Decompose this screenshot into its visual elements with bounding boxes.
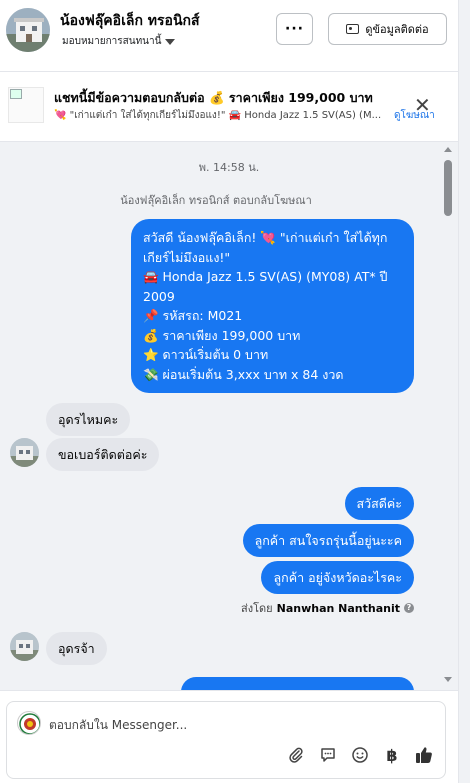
banner-subtitle: 💘 "เก่าแต่เก๋า ใส่ได้ทุกเกียร์ไม่มึงอแง!… xyxy=(54,110,382,121)
close-icon[interactable]: ✕ xyxy=(414,95,431,115)
ad-thumbnail-image[interactable] xyxy=(8,87,44,123)
outgoing-message-bubble-partial[interactable] xyxy=(181,677,414,690)
scroll-up-arrow-icon[interactable] xyxy=(444,147,452,152)
banner-title: แชทนี้มีข้อความตอบกลับต่อ 💰 ราคาเพียง 19… xyxy=(54,90,373,105)
page-avatar[interactable] xyxy=(6,8,50,52)
reply-input[interactable] xyxy=(49,716,429,734)
ad-line: 🚘 Honda Jazz 1.5 SV(AS) (MY08) AT* ปี 20… xyxy=(143,269,388,304)
scrollbar-track[interactable] xyxy=(458,0,470,783)
assign-label: มอบหมายการสนทนานี้ xyxy=(62,36,162,47)
scroll-down-arrow-icon[interactable] xyxy=(444,677,452,682)
incoming-message-bubble[interactable]: อุดรจ้า xyxy=(46,632,107,665)
outgoing-message-bubble[interactable]: ลูกค้า สนใจรถรุ่นนี้อยู่นะะค xyxy=(242,524,414,557)
sent-by-prefix: ส่งโดย xyxy=(241,602,273,615)
page-name[interactable]: น้องฟลุ๊คอิเล็ก ทรอนิกส์ xyxy=(60,10,200,32)
ad-line: สวัสดี น้องฟลุ๊คอิเล็ก! 💘 "เก่าแต่เก๋า ใ… xyxy=(143,230,388,265)
chat-bubble-icon[interactable] xyxy=(317,744,339,766)
ad-line: 💰 ราคาเพียง 199,000 บาท xyxy=(143,327,301,343)
message-thread[interactable]: พ. 14:58 น. น้องฟลุ๊คอิเล็ก ทรอนิกส์ ตอบ… xyxy=(0,142,458,690)
ad-line: 📌 รหัสรถ: M021 xyxy=(143,308,243,323)
more-options-button[interactable]: ··· xyxy=(276,13,313,45)
emoji-icon[interactable] xyxy=(349,744,371,766)
incoming-message-bubble[interactable]: อุดรไหมคะ xyxy=(46,403,131,436)
composer: ฿ xyxy=(0,690,458,783)
help-icon[interactable]: ? xyxy=(404,603,414,613)
outgoing-message-bubble[interactable]: สวัสดีค่ะ xyxy=(344,487,414,520)
ad-line: ⭐ ดาวน์เริ่มต้น 0 บาท xyxy=(143,347,269,362)
composer-box[interactable]: ฿ xyxy=(6,701,446,779)
baht-icon[interactable]: ฿ xyxy=(381,744,403,766)
assign-conversation-dropdown[interactable]: มอบหมายการสนทนานี้ xyxy=(62,34,176,49)
sender-name[interactable]: Nanwhan Nanthanit xyxy=(277,602,400,615)
view-contact-button[interactable]: ดูข้อมูลติดต่อ xyxy=(328,13,447,45)
ad-reply-banner: แชทนี้มีข้อความตอบกลับต่อ 💰 ราคาเพียง 19… xyxy=(0,72,458,142)
outgoing-message-bubble[interactable]: ลูกค้า อยู่จังหวัดอะไรคะ xyxy=(261,561,414,594)
thumbs-up-icon[interactable] xyxy=(413,744,435,766)
contact-card-icon xyxy=(346,24,360,34)
ad-reply-system-note: น้องฟลุ๊คอิเล็ก ทรอนิกส์ ตอบกลับโฆษณา xyxy=(120,194,312,207)
paperclip-icon[interactable] xyxy=(285,744,307,766)
customer-avatar[interactable] xyxy=(10,438,39,467)
sent-by-label: ส่งโดย Nanwhan Nanthanit ? xyxy=(241,599,414,617)
ad-reply-message-bubble[interactable]: สวัสดี น้องฟลุ๊คอิเล็ก! 💘 "เก่าแต่เก๋า ใ… xyxy=(131,219,414,393)
view-contact-label: ดูข้อมูลติดต่อ xyxy=(365,23,429,36)
incoming-message-bubble[interactable]: ขอเบอร์ติดต่อค่ะ xyxy=(46,438,160,471)
conversation-header: น้องฟลุ๊คอิเล็ก ทรอนิกส์ มอบหมายการสนทนา… xyxy=(0,0,458,72)
caret-down-icon xyxy=(165,38,176,45)
customer-avatar[interactable] xyxy=(10,632,39,661)
page-logo-avatar xyxy=(17,711,41,735)
ad-line: 💸 ผ่อนเริ่มต้น 3,xxx บาท x 84 งวด xyxy=(143,366,344,382)
scrollbar-thumb[interactable] xyxy=(444,160,452,216)
message-timestamp: พ. 14:58 น. xyxy=(198,161,260,174)
